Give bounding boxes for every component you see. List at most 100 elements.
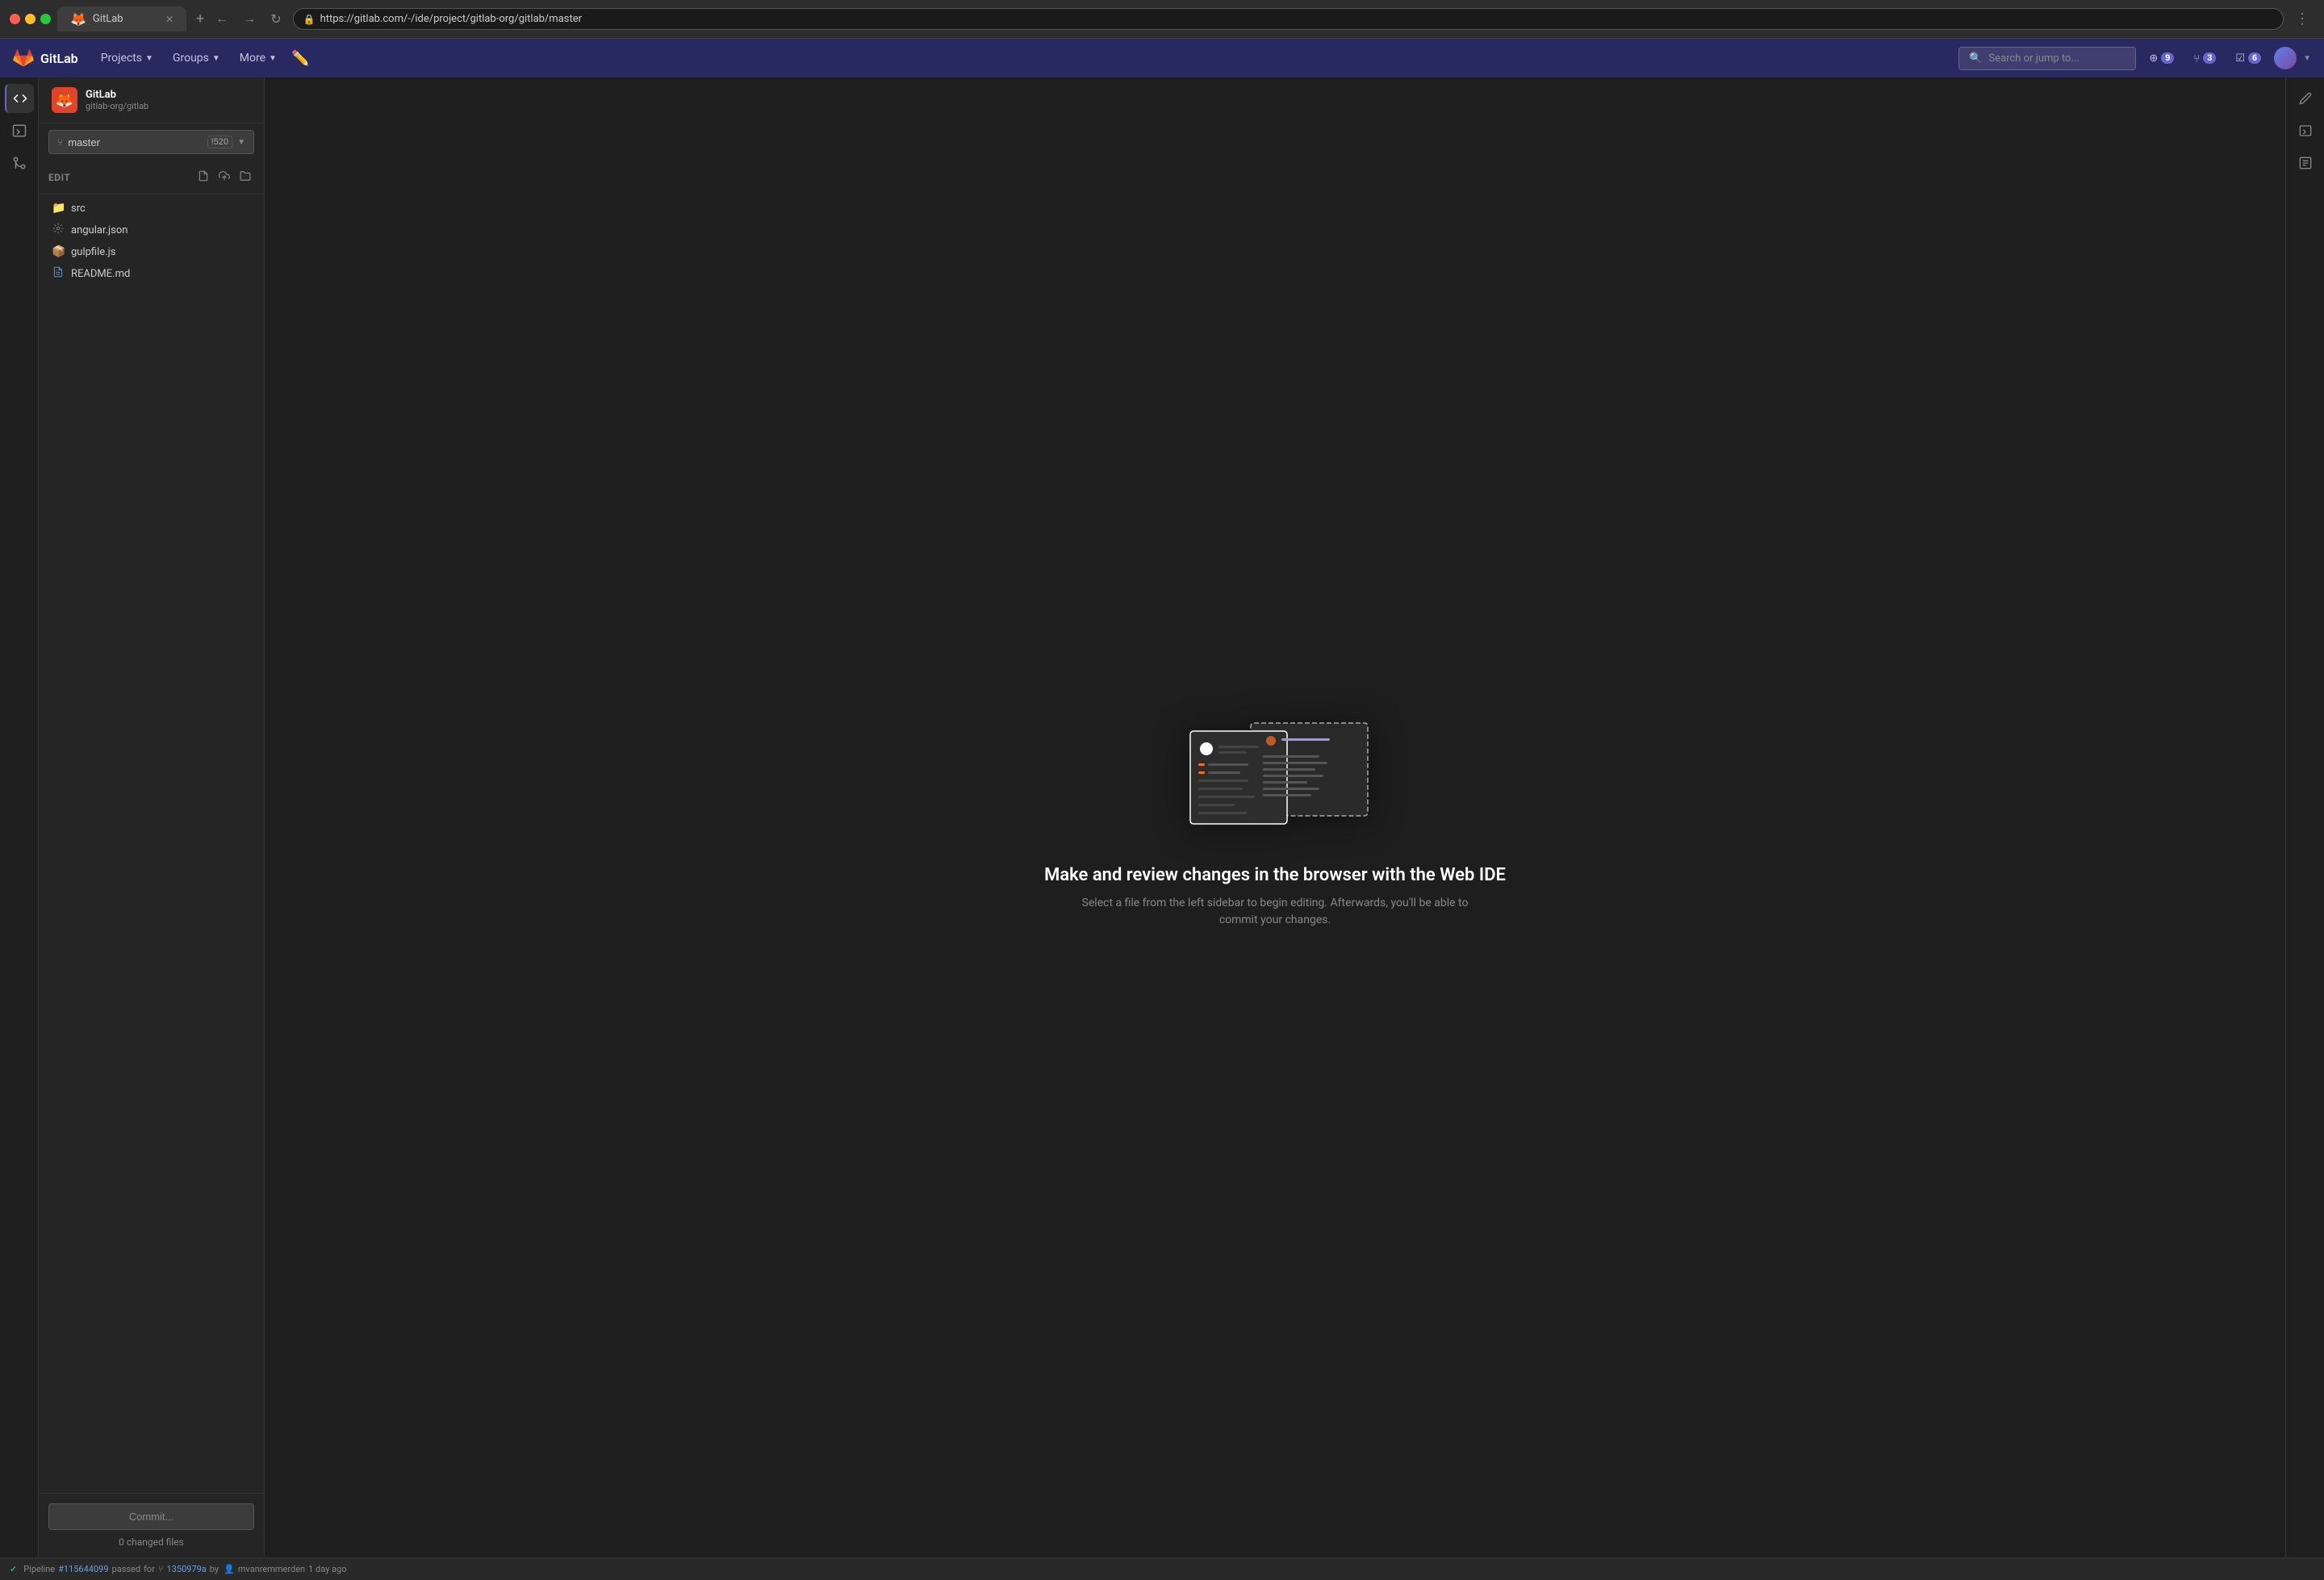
js-file-icon: 📦 bbox=[52, 245, 65, 258]
lock-icon: 🔒 bbox=[303, 14, 316, 25]
user-avatar[interactable] bbox=[2274, 47, 2297, 69]
nav-projects[interactable]: Projects ▼ bbox=[91, 39, 163, 77]
merge-requests-button[interactable]: ⑂ 3 bbox=[2187, 48, 2222, 69]
todos-button[interactable]: ☑ 6 bbox=[2229, 47, 2268, 69]
welcome-title: Make and review changes in the browser w… bbox=[1044, 865, 1506, 885]
pipeline-for-text: for bbox=[144, 1564, 155, 1574]
changed-files-count: 0 changed files bbox=[48, 1536, 254, 1548]
welcome-illustration bbox=[1178, 707, 1372, 839]
minimize-window-button[interactable] bbox=[25, 14, 36, 24]
search-icon: 🔍 bbox=[1969, 52, 1982, 65]
commit-hash-link[interactable]: 1350979a bbox=[167, 1564, 207, 1574]
projects-chevron-icon: ▼ bbox=[145, 54, 153, 63]
branch-chevron-icon: ▼ bbox=[237, 138, 245, 147]
right-panel-button-2[interactable] bbox=[2291, 116, 2320, 145]
edit-header: Edit bbox=[48, 167, 254, 187]
tab-favicon: 🦊 bbox=[70, 11, 86, 27]
plus-icon: ⊕ bbox=[2149, 52, 2158, 65]
file-item-src[interactable]: 📁 src bbox=[39, 198, 264, 219]
browser-navigation: ← → ↻ bbox=[211, 8, 286, 31]
search-box[interactable]: 🔍 Search or jump to... bbox=[1958, 47, 2136, 70]
file-panel: 🦊 GitLab gitlab-org/gitlab ⑂ master !520… bbox=[39, 77, 265, 1557]
edit-label: Edit bbox=[48, 172, 70, 183]
edit-actions bbox=[194, 167, 254, 187]
new-file-button[interactable] bbox=[194, 167, 212, 187]
browser-window-controls bbox=[10, 14, 51, 24]
project-avatar: 🦊 bbox=[52, 87, 77, 113]
main-layout: 🦊 GitLab gitlab-org/gitlab ⑂ master !520… bbox=[0, 77, 2324, 1557]
new-badge: 9 bbox=[2161, 52, 2174, 64]
project-info: 🦊 GitLab gitlab-org/gitlab bbox=[39, 77, 264, 123]
mr-number: !520 bbox=[207, 136, 232, 148]
by-label: by bbox=[210, 1564, 219, 1574]
right-sidebar bbox=[2285, 77, 2324, 1557]
pipeline-status-icon: ✓ bbox=[10, 1564, 17, 1574]
mr-badge: 3 bbox=[2203, 52, 2216, 64]
status-pipeline: Pipeline #115644099 passed for ⑂ 1350979… bbox=[23, 1564, 346, 1574]
search-placeholder: Search or jump to... bbox=[1989, 52, 2079, 65]
file-tree: 📁 src angular.json 📦 gulpfile.js bbox=[39, 194, 264, 1493]
groups-chevron-icon: ▼ bbox=[212, 54, 220, 63]
nav-more[interactable]: More ▼ bbox=[230, 39, 286, 77]
upload-file-button[interactable] bbox=[215, 167, 233, 187]
pipeline-label: Pipeline bbox=[23, 1564, 55, 1574]
new-item-button[interactable]: ⊕ 9 bbox=[2142, 47, 2180, 69]
gitlab-logo-text: GitLab bbox=[40, 51, 78, 66]
project-path: gitlab-org/gitlab bbox=[86, 101, 148, 111]
address-bar[interactable]: 🔒 https://gitlab.com/-/ide/project/gitla… bbox=[293, 8, 2284, 30]
gitlab-navbar: GitLab Projects ▼ Groups ▼ More ▼ ✏️ 🔍 S… bbox=[0, 39, 2324, 77]
forward-button[interactable]: → bbox=[238, 9, 261, 30]
new-tab-button[interactable]: + bbox=[196, 10, 204, 27]
nav-actions: 🔍 Search or jump to... ⊕ 9 ⑂ 3 ☑ 6 ▼ bbox=[1958, 47, 2311, 70]
pipeline-number-link[interactable]: #115644099 bbox=[58, 1564, 108, 1574]
maximize-window-button[interactable] bbox=[40, 14, 51, 24]
md-file-icon bbox=[52, 266, 65, 281]
project-name: GitLab bbox=[86, 89, 148, 101]
branch-ref-icon: ⑂ bbox=[158, 1564, 164, 1574]
pen-icon[interactable]: ✏️ bbox=[286, 45, 314, 72]
close-window-button[interactable] bbox=[10, 14, 20, 24]
config-file-icon bbox=[52, 223, 65, 237]
nav-groups[interactable]: Groups ▼ bbox=[163, 39, 230, 77]
gitlab-logo[interactable]: GitLab bbox=[13, 48, 78, 68]
todo-badge: 6 bbox=[2248, 52, 2261, 64]
branch-icon: ⑂ bbox=[57, 136, 63, 148]
sidebar-code-icon[interactable] bbox=[5, 84, 34, 113]
branch-selector: ⑂ master !520 ▼ bbox=[48, 130, 254, 154]
pipeline-time: 1 day ago bbox=[308, 1564, 346, 1574]
more-chevron-icon: ▼ bbox=[269, 54, 277, 63]
file-panel-bottom: Commit... 0 changed files bbox=[39, 1493, 264, 1557]
pipeline-status-text: passed bbox=[112, 1564, 141, 1574]
back-button[interactable]: ← bbox=[211, 9, 233, 30]
checkbox-icon: ☑ bbox=[2235, 52, 2245, 65]
browser-chrome: 🦊 GitLab ✕ + ← → ↻ 🔒 https://gitlab.com/… bbox=[0, 0, 2324, 39]
right-panel-button-1[interactable] bbox=[2291, 84, 2320, 113]
gitlab-logo-icon bbox=[13, 48, 34, 68]
file-item-gulpfile[interactable]: 📦 gulpfile.js bbox=[39, 241, 264, 262]
sidebar-terminal-icon[interactable] bbox=[5, 116, 34, 145]
url-text: https://gitlab.com/-/ide/project/gitlab-… bbox=[320, 13, 582, 25]
refresh-button[interactable]: ↻ bbox=[265, 8, 286, 31]
pipeline-author: mvanremmerden bbox=[238, 1564, 305, 1574]
browser-tab[interactable]: 🦊 GitLab ✕ bbox=[57, 6, 186, 31]
avatar-chevron-icon: ▼ bbox=[2303, 54, 2311, 63]
project-details: GitLab gitlab-org/gitlab bbox=[86, 89, 148, 111]
edit-section: Edit bbox=[39, 161, 264, 194]
sidebar-icons bbox=[0, 77, 39, 1557]
new-folder-button[interactable] bbox=[236, 167, 254, 187]
welcome-subtitle: Select a file from the left sidebar to b… bbox=[1065, 895, 1485, 929]
author-avatar-small: 👤 bbox=[224, 1564, 235, 1574]
merge-request-icon: ⑂ bbox=[2193, 52, 2200, 65]
status-bar: ✓ Pipeline #115644099 passed for ⑂ 13509… bbox=[0, 1557, 2324, 1580]
file-item-readme[interactable]: README.md bbox=[39, 262, 264, 285]
commit-button[interactable]: Commit... bbox=[48, 1503, 254, 1530]
tab-title: GitLab bbox=[93, 13, 123, 25]
folder-icon: 📁 bbox=[52, 202, 65, 215]
branch-button[interactable]: ⑂ master !520 ▼ bbox=[48, 130, 254, 154]
file-item-angular[interactable]: angular.json bbox=[39, 219, 264, 241]
right-panel-button-3[interactable] bbox=[2291, 148, 2320, 178]
sidebar-git-icon[interactable] bbox=[5, 148, 34, 178]
browser-menu-button[interactable]: ⋮ bbox=[2290, 7, 2314, 31]
tab-close-button[interactable]: ✕ bbox=[165, 14, 173, 25]
editor-area: Make and review changes in the browser w… bbox=[265, 77, 2285, 1557]
